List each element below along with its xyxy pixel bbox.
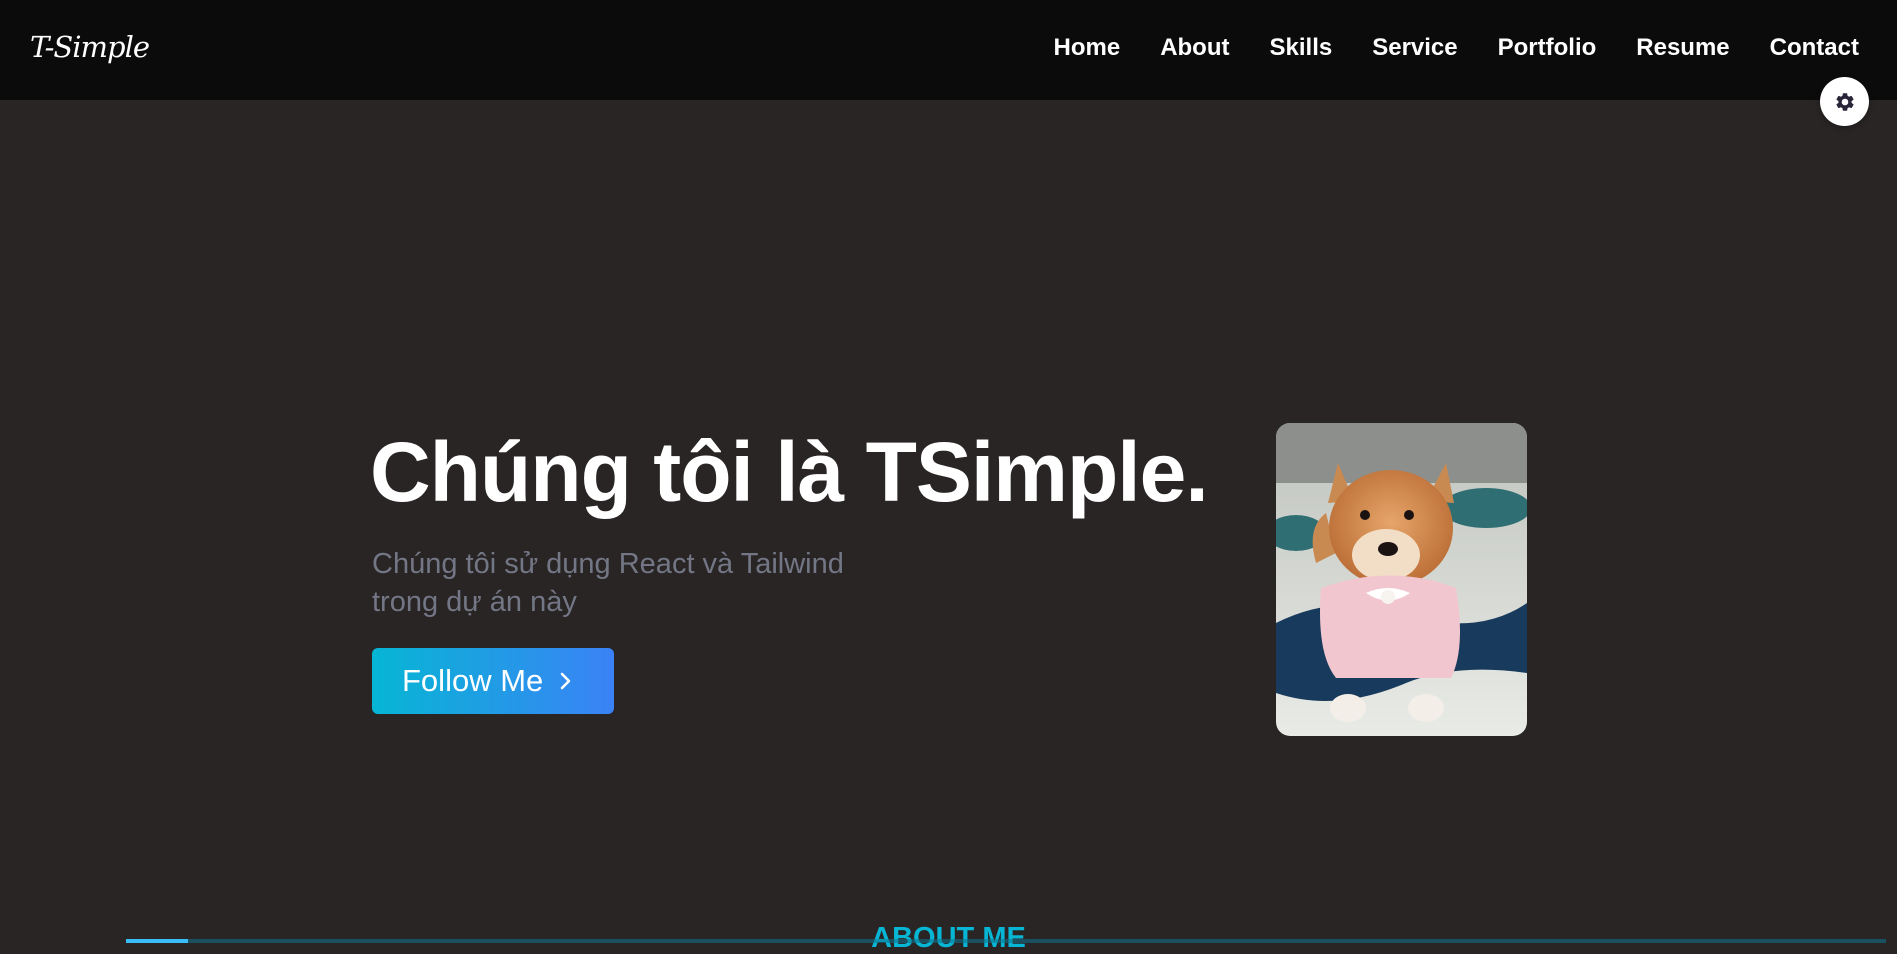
nav-link-service[interactable]: Service — [1372, 34, 1457, 62]
section-divider — [126, 939, 1886, 943]
chevron-right-icon — [560, 672, 571, 690]
hero-dog-photo — [1276, 423, 1527, 736]
nav-menu: Home About Skills Service Portfolio Resu… — [1054, 34, 1860, 62]
section-divider-accent — [126, 939, 188, 943]
hero-subtitle: Chúng tôi sử dụng React và Tailwind tron… — [372, 548, 844, 618]
logo[interactable]: T-Simple — [30, 30, 150, 64]
gear-icon — [1835, 92, 1854, 111]
settings-button[interactable] — [1820, 77, 1869, 126]
nav-link-resume[interactable]: Resume — [1636, 34, 1729, 62]
nav-link-contact[interactable]: Contact — [1770, 34, 1859, 62]
nav-link-skills[interactable]: Skills — [1270, 34, 1333, 62]
nav-link-home[interactable]: Home — [1054, 34, 1121, 62]
navbar: T-Simple Home About Skills Service Portf… — [0, 0, 1897, 100]
nav-link-portfolio[interactable]: Portfolio — [1498, 34, 1597, 62]
nav-link-about[interactable]: About — [1160, 34, 1229, 62]
hero-title: Chúng tôi là TSimple. — [370, 425, 1209, 519]
follow-me-label: Follow Me — [402, 663, 544, 698]
follow-me-button[interactable]: Follow Me — [372, 648, 614, 714]
